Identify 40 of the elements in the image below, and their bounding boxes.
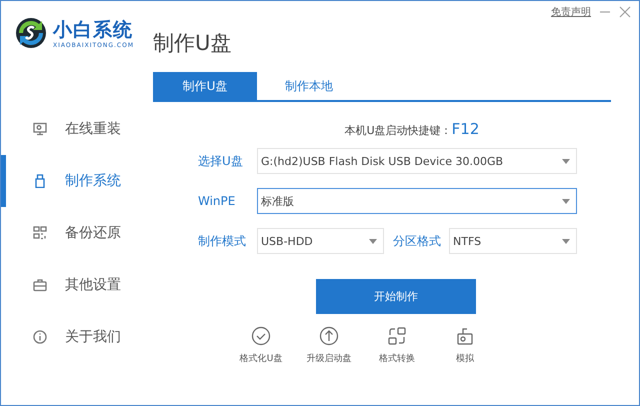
dropdown[interactable]: NTFS bbox=[449, 228, 577, 254]
briefcase-icon bbox=[33, 278, 47, 292]
dropdown[interactable]: USB-HDD bbox=[257, 228, 384, 254]
dropdown[interactable]: 标准版 bbox=[257, 188, 577, 214]
close-icon[interactable] bbox=[619, 6, 631, 18]
info-icon bbox=[33, 330, 47, 344]
usb-drive-icon bbox=[33, 174, 47, 188]
tool-label[interactable]: 模拟 bbox=[456, 352, 474, 365]
field-label: WinPE bbox=[198, 194, 236, 208]
page-title: 制作U盘 bbox=[153, 30, 232, 57]
logo-name: 小白系统 bbox=[53, 18, 134, 42]
start-button[interactable]: 开始制作 bbox=[316, 279, 476, 314]
tab[interactable]: 制作U盘 bbox=[153, 72, 257, 100]
caret-icon bbox=[369, 238, 377, 244]
convert-icon bbox=[387, 326, 407, 346]
caret-icon bbox=[562, 238, 570, 244]
simulator-icon bbox=[455, 326, 475, 346]
dropdown[interactable]: G:(hd2)USB Flash Disk USB Device 30.00GB bbox=[257, 148, 577, 174]
nav-item[interactable]: 制作系统 bbox=[1, 155, 141, 207]
disclaimer-link[interactable]: 免责声明 bbox=[551, 5, 591, 19]
nav-item[interactable]: 备份还原 bbox=[1, 207, 141, 259]
caret-icon bbox=[562, 198, 570, 204]
hotkey-text: F12 bbox=[452, 120, 480, 138]
up-arrow-circle-icon bbox=[319, 326, 339, 346]
nav-item[interactable]: 其他设置 bbox=[1, 259, 141, 311]
monitor-icon bbox=[33, 122, 47, 136]
grid-icon bbox=[33, 226, 47, 240]
tool-label[interactable]: 格式化U盘 bbox=[240, 352, 282, 365]
nav-item[interactable]: 在线重装 bbox=[1, 103, 141, 155]
field-label: 选择U盘 bbox=[198, 152, 244, 170]
caret-icon bbox=[562, 158, 570, 164]
field-label: 制作模式 bbox=[198, 232, 247, 250]
hint-text: 本机U盘启动快捷键： bbox=[344, 123, 452, 138]
field-label: 分区格式 bbox=[393, 232, 442, 250]
tool-label[interactable]: 升级启动盘 bbox=[306, 352, 352, 365]
check-circle-icon bbox=[251, 326, 271, 346]
logo-icon bbox=[15, 17, 47, 49]
tool-label[interactable]: 格式转换 bbox=[379, 352, 415, 365]
tab[interactable]: 制作本地 bbox=[257, 72, 361, 100]
nav-item[interactable]: 关于我们 bbox=[1, 311, 141, 363]
